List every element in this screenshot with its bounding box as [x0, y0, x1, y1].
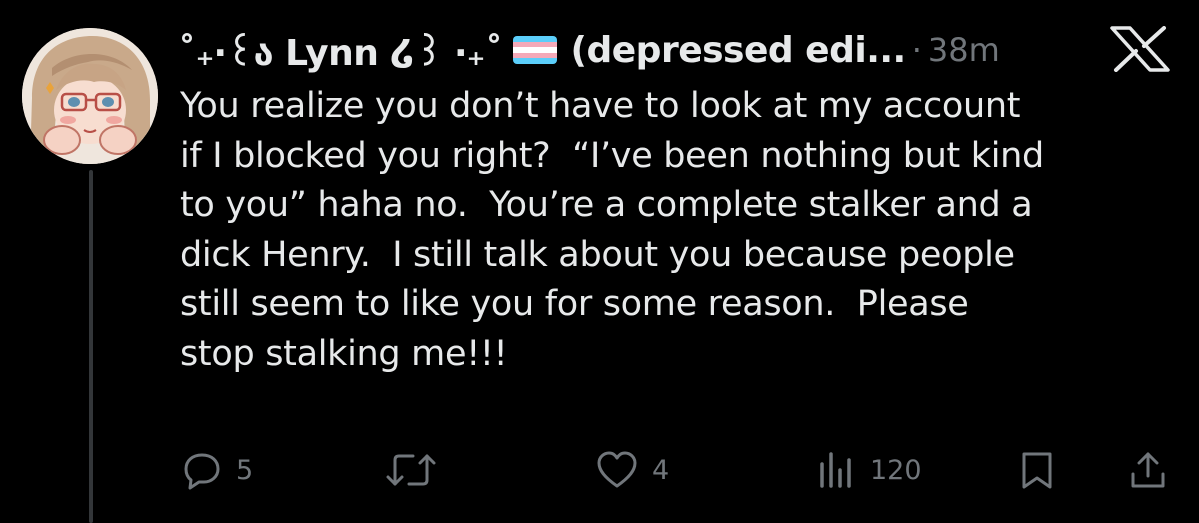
- like-count: 4: [652, 454, 670, 486]
- avatar-image: [22, 28, 158, 164]
- separator-dot: ·: [911, 31, 922, 69]
- trans-flag-emoji: [512, 36, 557, 64]
- reply-count: 5: [236, 454, 254, 486]
- heart-icon: [597, 451, 637, 488]
- bookmark-icon: [1022, 452, 1052, 489]
- reply-button[interactable]: 5: [182, 448, 253, 492]
- display-name[interactable]: ˚₊‧꒰ა Lynn ໒꒱ ‧₊˚: [178, 26, 503, 74]
- retweet-button[interactable]: [385, 448, 451, 492]
- share-icon: [1131, 452, 1165, 488]
- bookmark-button[interactable]: [1019, 448, 1055, 492]
- thread-line: [89, 170, 93, 523]
- x-logo-icon[interactable]: [1108, 26, 1172, 72]
- share-button[interactable]: [1128, 448, 1168, 492]
- display-name-suffix[interactable]: (depressed edi...: [571, 30, 907, 71]
- views-count: 120: [870, 454, 922, 486]
- like-button[interactable]: 4: [596, 448, 669, 492]
- timestamp[interactable]: 38m: [928, 31, 1000, 69]
- tweet-header: ˚₊‧꒰ა Lynn ໒꒱ ‧₊˚ (depressed edi... · 38…: [178, 20, 1178, 80]
- avatar[interactable]: [22, 28, 158, 164]
- views-icon: [820, 452, 851, 488]
- reply-icon: [184, 453, 220, 490]
- flag-stripe: [512, 58, 557, 64]
- retweet-icon: [386, 454, 436, 486]
- tweet-actions: 5 4 120: [180, 448, 1170, 492]
- tweet-text: You realize you don’t have to look at my…: [180, 86, 1044, 374]
- views-button[interactable]: 120: [816, 448, 922, 492]
